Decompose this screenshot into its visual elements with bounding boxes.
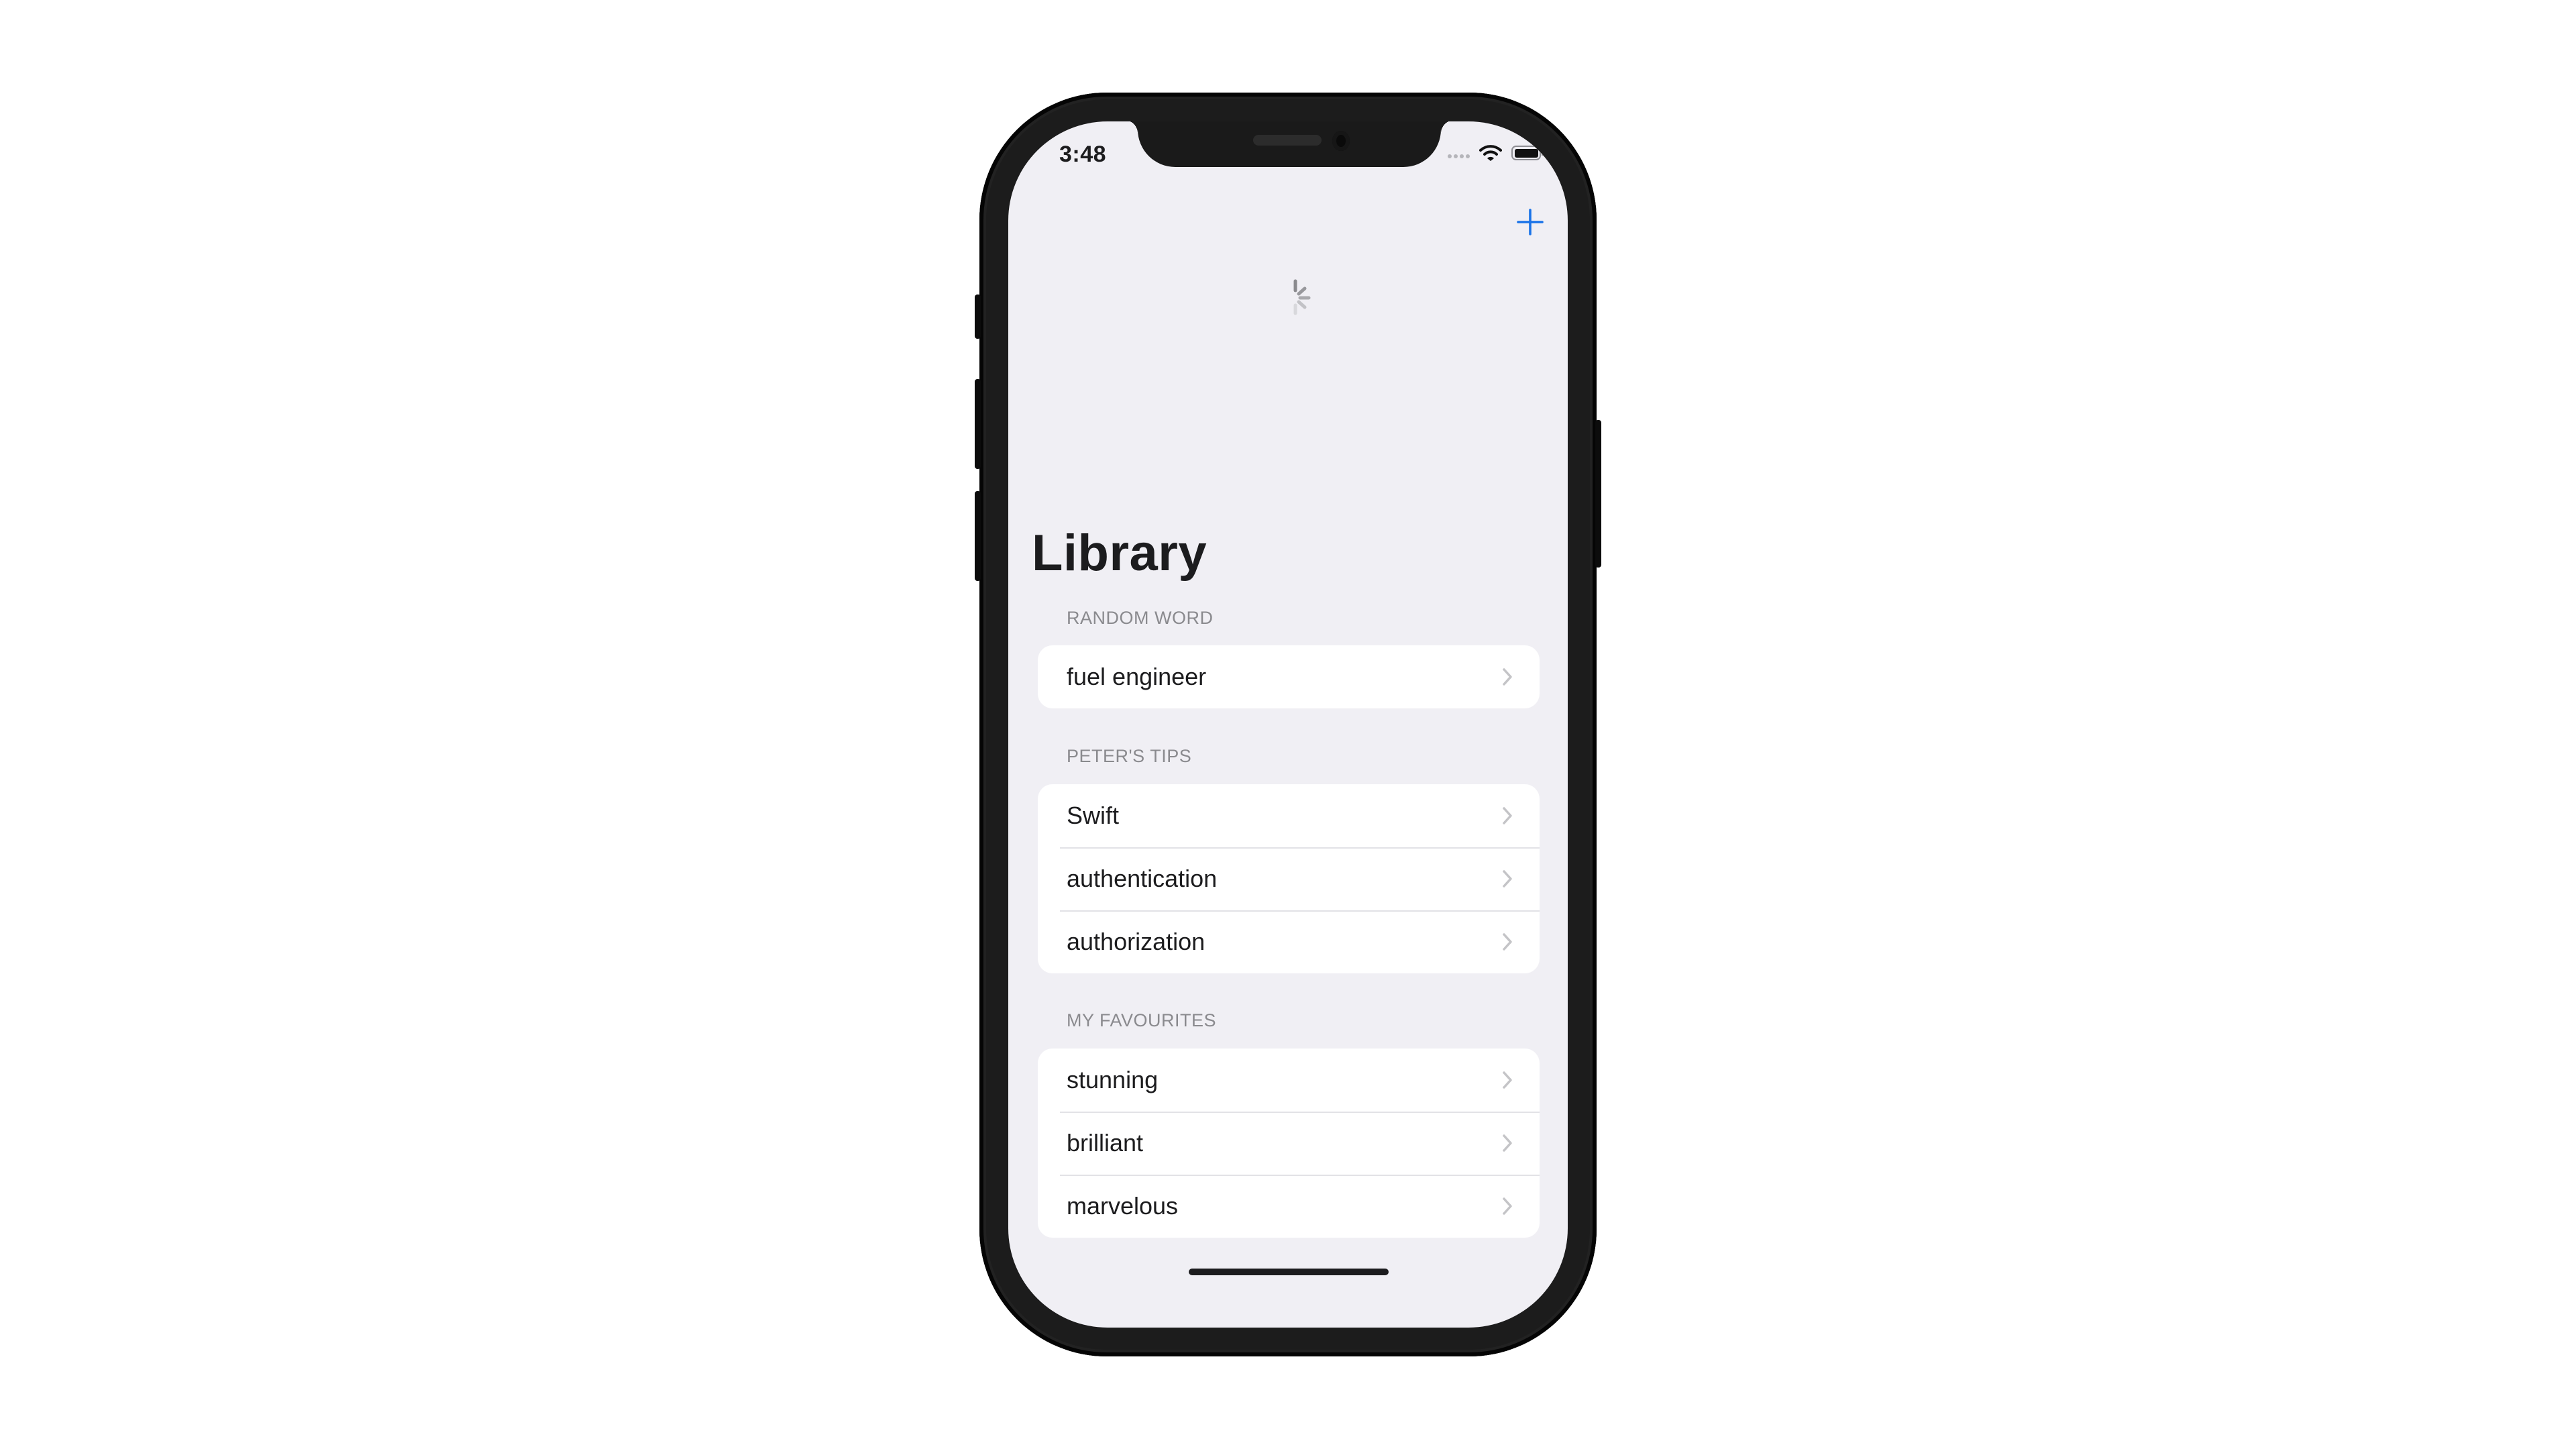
section-random-word: fuel engineer bbox=[1038, 645, 1540, 708]
list-item[interactable]: stunning bbox=[1038, 1049, 1540, 1112]
list-item-label: marvelous bbox=[1067, 1192, 1179, 1220]
list-item-label: brilliant bbox=[1067, 1129, 1144, 1157]
home-indicator[interactable] bbox=[1189, 1269, 1389, 1275]
page-title: Library bbox=[1032, 525, 1208, 582]
list-item[interactable]: authorization bbox=[1038, 910, 1540, 973]
section-header-random-word: RANDOM WORD bbox=[1067, 608, 1214, 628]
notch bbox=[1124, 121, 1454, 167]
silent-switch bbox=[975, 294, 981, 339]
speaker-grille bbox=[1253, 135, 1322, 146]
front-camera bbox=[1332, 131, 1350, 151]
chevron-right-icon bbox=[1503, 933, 1512, 951]
list-item[interactable]: authentication bbox=[1038, 847, 1540, 910]
chevron-right-icon bbox=[1503, 807, 1512, 824]
screen: 3:48 Library RANDOM WORD fuel engineer P… bbox=[1008, 121, 1568, 1328]
wifi-icon bbox=[1479, 145, 1502, 161]
section-header-my-favourites: MY FAVOURITES bbox=[1067, 1010, 1217, 1030]
activity-spinner-icon bbox=[1293, 279, 1311, 315]
volume-down-button bbox=[975, 491, 981, 581]
add-button[interactable] bbox=[1515, 207, 1545, 237]
section-peters-tips: Swift authentication authorization bbox=[1038, 784, 1540, 973]
section-header-peters-tips: PETER'S TIPS bbox=[1067, 746, 1192, 766]
list-item[interactable]: brilliant bbox=[1038, 1112, 1540, 1175]
cellular-no-signal-icon bbox=[1448, 154, 1470, 158]
list-item-label: stunning bbox=[1067, 1066, 1159, 1093]
list-item-label: authentication bbox=[1067, 865, 1218, 892]
chevron-right-icon bbox=[1503, 1071, 1512, 1089]
plus-icon bbox=[1517, 209, 1544, 235]
list-item[interactable]: Swift bbox=[1038, 784, 1540, 847]
volume-up-button bbox=[975, 379, 981, 469]
list-item-label: Swift bbox=[1067, 802, 1120, 829]
chevron-right-icon bbox=[1503, 668, 1512, 686]
list-item-label: authorization bbox=[1067, 928, 1205, 955]
phone-frame: 3:48 Library RANDOM WORD fuel engineer P… bbox=[975, 93, 1601, 1356]
chevron-right-icon bbox=[1503, 870, 1512, 888]
list-item[interactable]: fuel engineer bbox=[1038, 645, 1540, 708]
chevron-right-icon bbox=[1503, 1134, 1512, 1152]
status-icons bbox=[1448, 144, 1544, 162]
power-button bbox=[1595, 420, 1601, 568]
battery-full-icon bbox=[1511, 146, 1544, 160]
chevron-right-icon bbox=[1503, 1197, 1512, 1215]
status-time: 3:48 bbox=[1059, 142, 1107, 167]
section-my-favourites: stunning brilliant marvelous bbox=[1038, 1049, 1540, 1238]
list-item[interactable]: marvelous bbox=[1038, 1175, 1540, 1238]
list-item-label: fuel engineer bbox=[1067, 663, 1207, 690]
